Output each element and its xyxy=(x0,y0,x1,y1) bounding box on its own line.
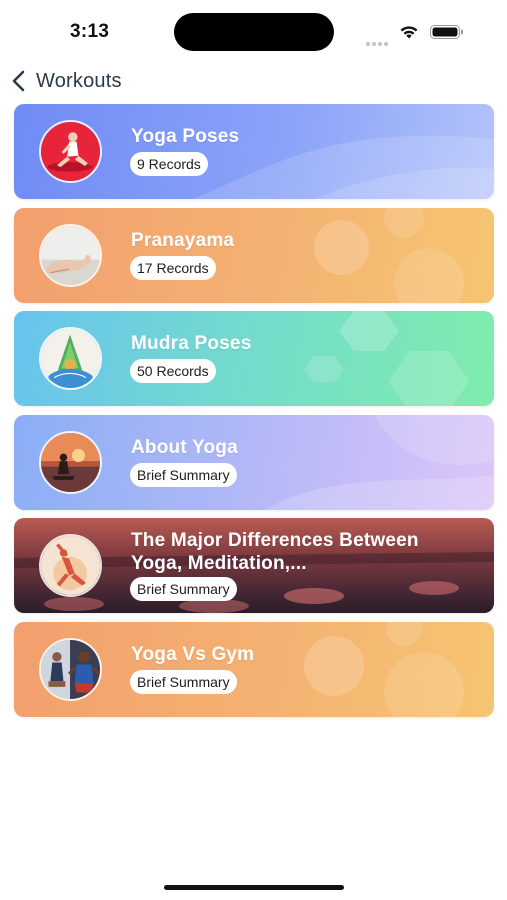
card-title: Yoga Poses xyxy=(131,126,240,147)
dynamic-island xyxy=(174,13,334,51)
card-pranayama[interactable]: Pranayama 17 Records xyxy=(14,207,494,303)
home-indicator[interactable] xyxy=(164,885,344,890)
card-badge: 17 Records xyxy=(130,255,216,280)
meditating-hand-icon xyxy=(39,223,102,287)
card-mudra-poses[interactable]: Mudra Poses 50 Records xyxy=(14,311,494,406)
wifi-icon xyxy=(400,26,418,39)
back-button[interactable]: Workouts xyxy=(10,66,122,96)
card-title: The Major Differences Between Yoga, Medi… xyxy=(131,530,419,574)
card-about-yoga[interactable]: About Yoga Brief Summary xyxy=(14,414,494,510)
sunset-yoga-icon xyxy=(39,430,102,494)
chevron-left-icon xyxy=(12,70,25,92)
card-badge: 50 Records xyxy=(130,359,216,383)
status-bar: 3:13 xyxy=(0,0,507,62)
workout-list: Yoga Poses 9 Records Pranayama 17 Record… xyxy=(14,104,494,725)
status-time: 3:13 xyxy=(70,21,110,42)
card-title: Mudra Poses xyxy=(131,333,252,354)
navigation-bar: Workouts xyxy=(0,62,507,100)
card-title: Yoga Vs Gym xyxy=(131,643,255,665)
gym-vs-yoga-icon xyxy=(39,637,102,701)
mudra-hands-icon xyxy=(39,327,102,390)
card-yoga-vs-gym[interactable]: Yoga Vs Gym Brief Summary xyxy=(14,621,494,717)
yoga-stretch-icon xyxy=(39,534,102,597)
card-badge: Brief Summary xyxy=(130,669,237,694)
card-yoga-poses[interactable]: Yoga Poses 9 Records xyxy=(14,104,494,199)
card-badge: Brief Summary xyxy=(130,577,237,601)
yoga-pose-icon xyxy=(39,120,102,183)
signal-icon xyxy=(366,33,392,46)
battery-icon xyxy=(430,25,463,39)
card-badge: Brief Summary xyxy=(130,462,237,487)
card-major-differences[interactable]: The Major Differences Between Yoga, Medi… xyxy=(14,518,494,613)
card-badge: 9 Records xyxy=(130,152,208,176)
card-title: About Yoga xyxy=(131,436,238,458)
card-title: Pranayama xyxy=(131,229,235,251)
back-label: Workouts xyxy=(36,69,122,92)
